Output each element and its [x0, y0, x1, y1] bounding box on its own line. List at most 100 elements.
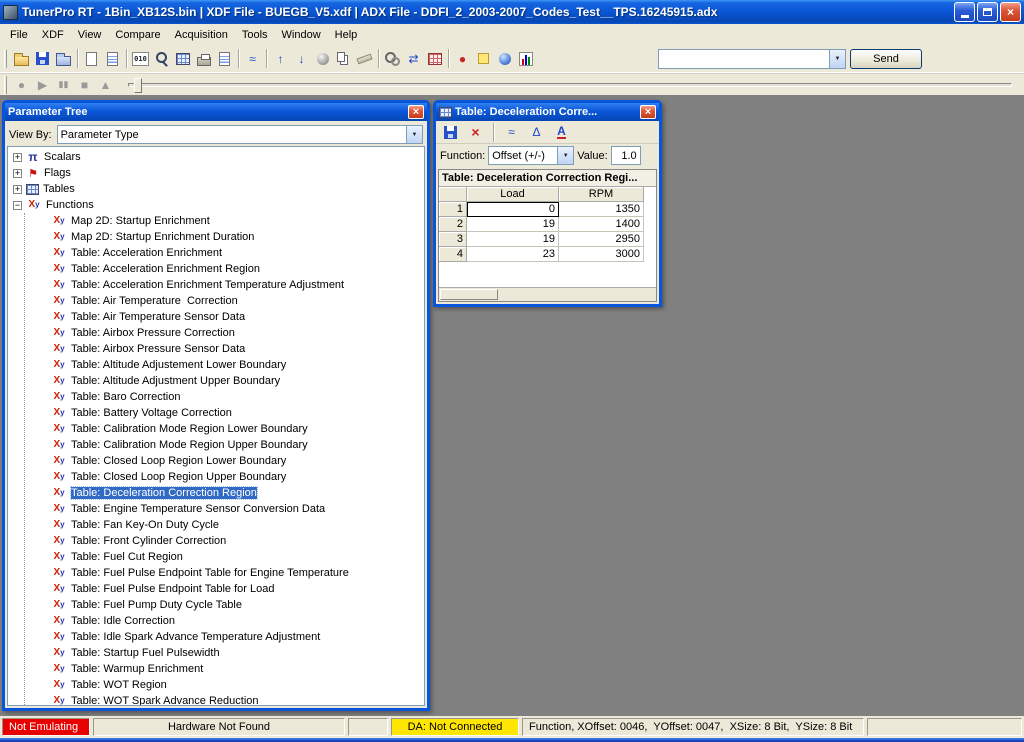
tree-item-scalars[interactable]: + π Scalars: [11, 149, 424, 165]
parameter-tree-close-button[interactable]: ×: [408, 105, 424, 119]
tree-item-function[interactable]: Xy Table: Altitude Adjustment Upper Boun…: [27, 373, 424, 389]
send-button[interactable]: Send: [850, 49, 922, 69]
tree-item-function[interactable]: Xy Table: Warmup Enrichment: [27, 661, 424, 677]
tree-item-function[interactable]: Xy Table: Fuel Pulse Endpoint Table for …: [27, 581, 424, 597]
tree-item-function[interactable]: Xy Table: Engine Temperature Sensor Conv…: [27, 501, 424, 517]
open-icon[interactable]: [11, 48, 32, 69]
tree-item-function[interactable]: Xy Table: Airbox Pressure Correction: [27, 325, 424, 341]
tree-item-function[interactable]: Xy Table: Battery Voltage Correction: [27, 405, 424, 421]
tree-item-function[interactable]: Xy Table: WOT Region: [27, 677, 424, 693]
scrollbar-thumb[interactable]: [440, 289, 498, 300]
menu-item[interactable]: Acquisition: [168, 27, 235, 43]
expand-icon[interactable]: +: [13, 169, 22, 178]
menu-item[interactable]: Compare: [108, 27, 167, 43]
tree-item-function[interactable]: Xy Table: Fuel Pump Duty Cycle Table: [27, 597, 424, 613]
toolbar-grip[interactable]: [4, 76, 7, 94]
close-button[interactable]: ×: [1000, 2, 1021, 22]
binary-view-icon[interactable]: 010: [130, 48, 151, 69]
pause-icon[interactable]: ▮▮: [53, 74, 74, 95]
tree-item-function[interactable]: Xy Table: Acceleration Enrichment Temper…: [27, 277, 424, 293]
rpm-cell[interactable]: 3000: [559, 247, 644, 262]
column-header-load[interactable]: Load: [467, 187, 559, 202]
tree-item-function[interactable]: Xy Table: Startup Fuel Pulsewidth: [27, 645, 424, 661]
ruler-icon[interactable]: [354, 48, 375, 69]
slider-thumb[interactable]: [134, 78, 142, 93]
row-number-cell[interactable]: 3: [439, 232, 467, 247]
menu-item[interactable]: XDF: [35, 27, 71, 43]
tree-item-function[interactable]: Xy Table: Air Temperature Sensor Data: [27, 309, 424, 325]
menu-item[interactable]: View: [71, 27, 109, 43]
edit-xdf-icon[interactable]: [102, 48, 123, 69]
move-down-icon[interactable]: ↓: [291, 48, 312, 69]
load-cell[interactable]: 0: [467, 202, 559, 217]
expand-icon[interactable]: +: [13, 185, 22, 194]
copy-icon[interactable]: [333, 48, 354, 69]
scales-icon[interactable]: Δ: [526, 122, 547, 143]
row-number-cell[interactable]: 2: [439, 217, 467, 232]
settings-gears-icon[interactable]: [382, 48, 403, 69]
tree-item-function[interactable]: Xy Table: Idle Spark Advance Temperature…: [27, 629, 424, 645]
load-cell[interactable]: 19: [467, 232, 559, 247]
delete-icon[interactable]: ×: [465, 122, 486, 143]
menu-item[interactable]: File: [3, 27, 35, 43]
load-cell[interactable]: 19: [467, 217, 559, 232]
globe-icon[interactable]: [312, 48, 333, 69]
list-view-icon[interactable]: [214, 48, 235, 69]
tree-item-function[interactable]: Xy Table: Deceleration Correction Region: [27, 485, 424, 501]
row-number-cell[interactable]: 4: [439, 247, 467, 262]
tree-item-function[interactable]: Xy Table: WOT Spark Advance Reduction: [27, 693, 424, 706]
tree-item-function[interactable]: Xy Table: Fan Key-On Duty Cycle: [27, 517, 424, 533]
menu-item[interactable]: Window: [275, 27, 328, 43]
save-icon[interactable]: [32, 48, 53, 69]
function-combobox[interactable]: Offset (+/-) ▼: [488, 146, 574, 165]
grid-corner-cell[interactable]: [439, 187, 467, 202]
tree-item-function[interactable]: Xy Table: Fuel Pulse Endpoint Table for …: [27, 565, 424, 581]
expand-icon[interactable]: +: [13, 153, 22, 162]
new-xdf-icon[interactable]: [81, 48, 102, 69]
save-bin-icon[interactable]: [53, 48, 74, 69]
print-icon[interactable]: [193, 48, 214, 69]
record-icon[interactable]: ●: [452, 48, 473, 69]
search-icon[interactable]: [151, 48, 172, 69]
tree-item-function[interactable]: Xy Map 2D: Startup Enrichment Duration: [27, 229, 424, 245]
sync-icon[interactable]: ⇄: [403, 48, 424, 69]
play-icon[interactable]: ▶: [32, 74, 53, 95]
title-bar[interactable]: TunerPro RT - 1Bin_XB12S.bin | XDF File …: [0, 0, 1024, 24]
stop-icon[interactable]: ■: [74, 74, 95, 95]
tree-item-function[interactable]: Xy Table: Idle Correction: [27, 613, 424, 629]
value-input[interactable]: 1.0: [611, 146, 641, 165]
view-by-combobox[interactable]: Parameter Type ▼: [57, 125, 423, 144]
column-header-rpm[interactable]: RPM: [559, 187, 644, 202]
tree-item-function[interactable]: Xy Table: Closed Loop Region Upper Bound…: [27, 469, 424, 485]
tree-item-functions[interactable]: − Xy Functions: [11, 197, 424, 213]
save-table-icon[interactable]: [440, 122, 461, 143]
row-number-cell[interactable]: 1: [439, 202, 467, 217]
connection-icon[interactable]: [494, 48, 515, 69]
collapse-icon[interactable]: −: [13, 201, 22, 210]
tree-item-function[interactable]: Xy Map 2D: Startup Enrichment: [27, 213, 424, 229]
tree-item-function[interactable]: Xy Table: Acceleration Enrichment: [27, 245, 424, 261]
send-command-combobox[interactable]: ▼: [658, 49, 846, 69]
rpm-cell[interactable]: 1400: [559, 217, 644, 232]
tree-item-function[interactable]: Xy Table: Front Cylinder Correction: [27, 533, 424, 549]
table-editor-close-button[interactable]: ×: [640, 105, 656, 119]
tree-item-function[interactable]: Xy Table: Calibration Mode Region Upper …: [27, 437, 424, 453]
parameter-tree-titlebar[interactable]: Parameter Tree ×: [5, 103, 427, 121]
rpm-cell[interactable]: 2950: [559, 232, 644, 247]
tree-item-function[interactable]: Xy Table: Air Temperature Correction: [27, 293, 424, 309]
tree-item-flags[interactable]: + ⚑ Flags: [11, 165, 424, 181]
tree-item-function[interactable]: Xy Table: Altitude Adjustement Lower Bou…: [27, 357, 424, 373]
menu-item[interactable]: Tools: [235, 27, 275, 43]
tree-item-function[interactable]: Xy Table: Airbox Pressure Sensor Data: [27, 341, 424, 357]
table-editor-titlebar[interactable]: Table: Deceleration Corre... ×: [436, 103, 659, 121]
tree-item-function[interactable]: Xy Table: Baro Correction: [27, 389, 424, 405]
chevron-down-icon[interactable]: ▼: [406, 126, 422, 143]
eject-icon[interactable]: ▲: [95, 74, 116, 95]
horizontal-scrollbar[interactable]: [439, 287, 656, 301]
chevron-down-icon[interactable]: ▼: [557, 147, 573, 164]
chevron-down-icon[interactable]: ▼: [829, 50, 845, 68]
rpm-cell[interactable]: 1350: [559, 202, 644, 217]
graph-view-icon[interactable]: ≈: [501, 122, 522, 143]
tree-item-function[interactable]: Xy Table: Calibration Mode Region Lower …: [27, 421, 424, 437]
add-table-icon[interactable]: [172, 48, 193, 69]
